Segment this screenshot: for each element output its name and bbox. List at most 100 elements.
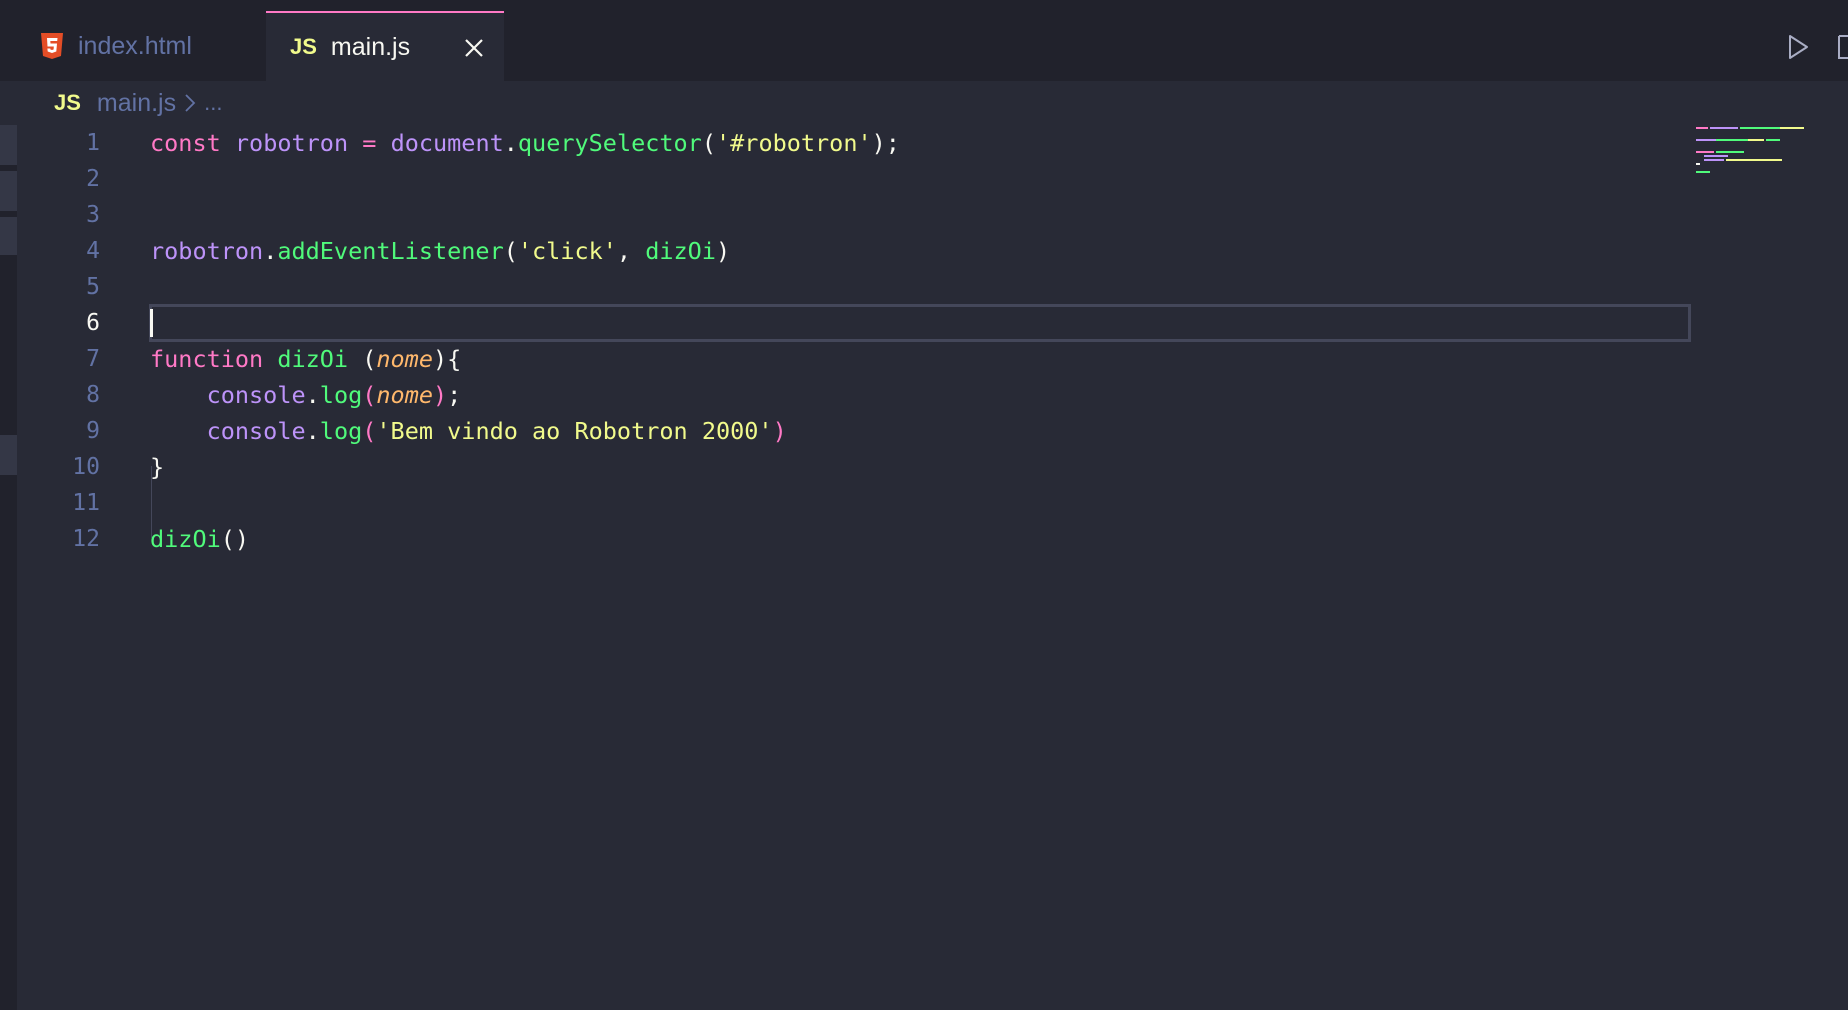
- code-token: .: [305, 381, 320, 409]
- line-number: 2: [86, 166, 100, 192]
- line-number: 1: [86, 130, 100, 156]
- code-line[interactable]: dizOi(): [150, 521, 1690, 557]
- code-token: ;: [447, 381, 462, 409]
- code-token: document: [390, 129, 504, 157]
- code-token: console: [206, 381, 306, 409]
- code-token: }: [150, 453, 165, 481]
- breadcrumb-file[interactable]: main.js: [97, 89, 176, 118]
- code-editor[interactable]: const robotron = document.querySelector(…: [149, 125, 1691, 557]
- breadcrumb-more[interactable]: ...: [204, 90, 222, 116]
- activity-bar: [0, 125, 17, 1010]
- code-token: nome: [376, 381, 433, 409]
- chevron-right-icon: [185, 94, 196, 112]
- code-token: ,: [616, 237, 646, 265]
- minimap[interactable]: [1696, 125, 1806, 195]
- code-token: (: [362, 417, 377, 445]
- code-token: function: [150, 345, 264, 373]
- tab-label: main.js: [330, 32, 411, 61]
- code-token: querySelector: [517, 129, 702, 157]
- code-line[interactable]: function dizOi (nome){: [150, 341, 1690, 377]
- code-token: ): [772, 417, 787, 445]
- code-line[interactable]: console.log(nome);: [150, 377, 1690, 413]
- line-number: 11: [72, 490, 100, 516]
- code-token: .: [503, 129, 518, 157]
- scroll-marker: [0, 125, 17, 165]
- minimap-token: [1716, 139, 1748, 141]
- code-token: (): [220, 525, 250, 553]
- code-token: .: [305, 417, 320, 445]
- code-token: (: [348, 345, 377, 373]
- minimap-token: [1696, 171, 1710, 173]
- code-token: (: [362, 381, 377, 409]
- code-token: robotron: [150, 237, 264, 265]
- close-icon[interactable]: [462, 36, 486, 60]
- breadcrumb: JS main.js ...: [0, 81, 1848, 125]
- code-token: log: [319, 381, 363, 409]
- code-token: dizOi: [645, 237, 716, 265]
- tab-main-js[interactable]: JS main.js: [266, 11, 504, 81]
- tab-label: index.html: [78, 31, 192, 60]
- code-token: 'click': [517, 237, 617, 265]
- line-number: 7: [86, 346, 100, 372]
- line-number: 3: [86, 202, 100, 228]
- code-token: nome: [376, 345, 433, 373]
- js-icon: JS: [54, 90, 81, 115]
- tab-bar: index.html JS main.js: [0, 11, 1848, 81]
- code-token: ){: [432, 345, 462, 373]
- line-number: 6: [86, 310, 100, 336]
- minimap-token: [1726, 159, 1782, 161]
- code-line[interactable]: console.log('Bem vindo ao Robotron 2000'…: [150, 413, 1690, 449]
- code-line[interactable]: const robotron = document.querySelector(…: [150, 125, 1690, 161]
- scroll-marker: [0, 171, 17, 211]
- code-token: 'Bem vindo ao Robotron 2000': [376, 417, 773, 445]
- code-token: (: [701, 129, 716, 157]
- html5-icon: [41, 33, 63, 59]
- minimap-token: [1766, 139, 1780, 141]
- code-line[interactable]: robotron.addEventListener('click', dizOi…: [150, 233, 1690, 269]
- code-line[interactable]: }: [150, 449, 1690, 485]
- minimap-token: [1748, 139, 1764, 141]
- run-icon[interactable]: [1786, 34, 1810, 60]
- minimap-token: [1710, 127, 1738, 129]
- code-token: console: [206, 417, 306, 445]
- minimap-token: [1696, 151, 1714, 153]
- code-token: robotron: [234, 129, 349, 157]
- text-cursor: [150, 309, 153, 337]
- code-token: log: [319, 417, 363, 445]
- js-icon: JS: [290, 34, 317, 59]
- line-number: 5: [86, 274, 100, 300]
- minimap-token: [1696, 163, 1700, 165]
- minimap-token: [1704, 155, 1728, 157]
- code-token: .: [263, 237, 278, 265]
- minimap-token: [1696, 127, 1708, 129]
- code-line[interactable]: [150, 485, 1690, 521]
- title-strip: [0, 0, 1848, 11]
- code-token: =: [362, 129, 377, 157]
- scroll-marker: [0, 435, 17, 475]
- tab-index-html[interactable]: index.html: [0, 11, 266, 81]
- code-line[interactable]: [150, 161, 1690, 197]
- code-token: addEventListener: [277, 237, 504, 265]
- line-number: 10: [72, 454, 100, 480]
- split-editor-icon[interactable]: [1836, 34, 1848, 60]
- line-number-gutter: 1 2 3 4 5 6 7 8 9 10 11 12: [40, 125, 100, 557]
- minimap-token: [1716, 151, 1744, 153]
- minimap-token: [1696, 139, 1716, 141]
- code-line[interactable]: [150, 269, 1690, 305]
- scroll-marker: [0, 217, 17, 255]
- code-line[interactable]: [150, 197, 1690, 233]
- code-token: dizOi: [277, 345, 349, 373]
- line-number: 4: [86, 238, 100, 264]
- code-token: ): [715, 237, 731, 265]
- current-line[interactable]: [149, 304, 1691, 342]
- code-token: const: [150, 129, 221, 157]
- minimap-token: [1740, 127, 1780, 129]
- code-token: (: [503, 237, 518, 265]
- line-number: 12: [72, 526, 100, 552]
